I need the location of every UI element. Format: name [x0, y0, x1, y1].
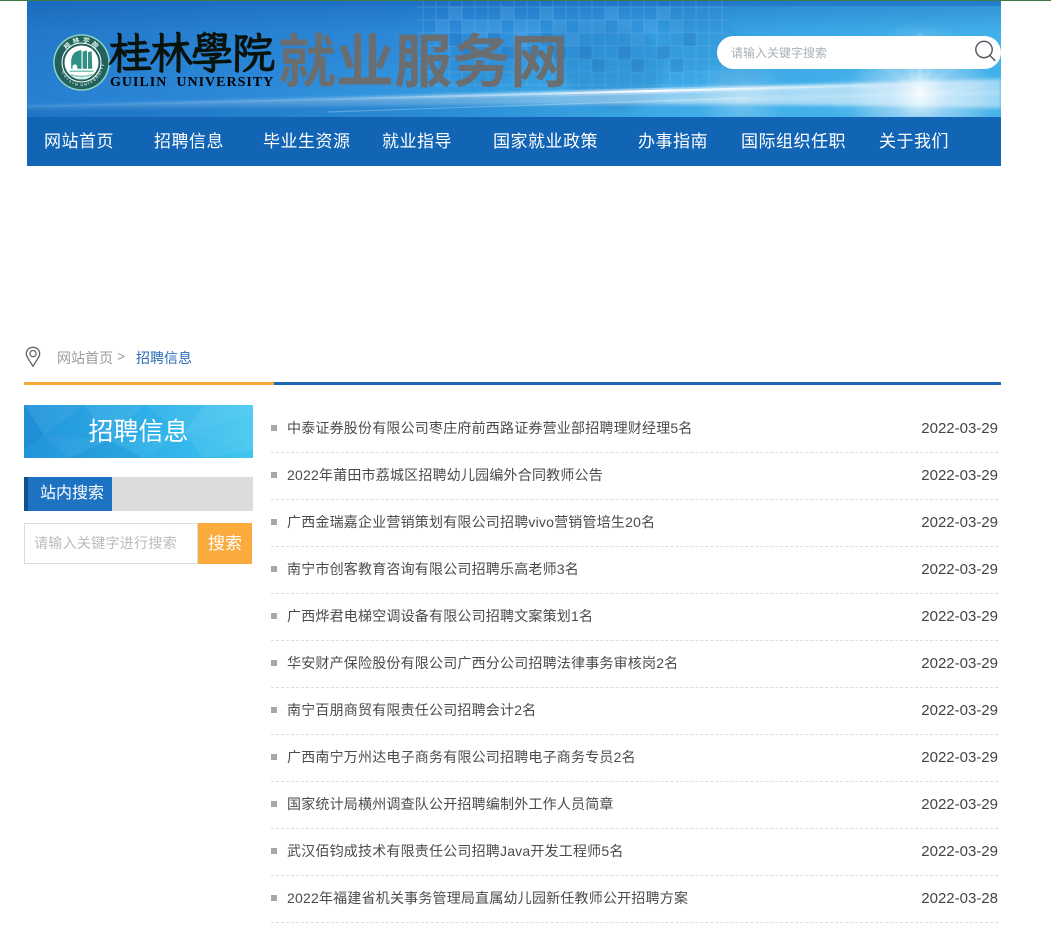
svg-text:U: U: [80, 83, 83, 87]
